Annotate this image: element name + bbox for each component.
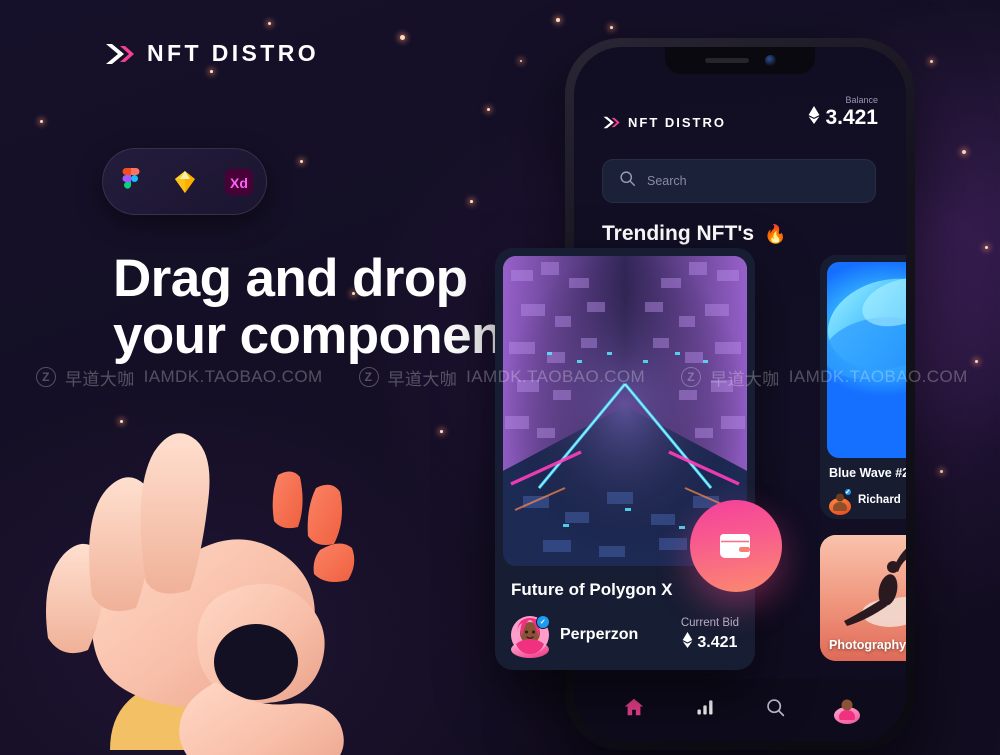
nav-item-home[interactable] bbox=[611, 687, 657, 727]
home-icon bbox=[624, 698, 643, 716]
bid-value: 3.421 bbox=[697, 633, 738, 651]
ok-hand-illustration bbox=[20, 430, 390, 755]
avatar: ✓ bbox=[829, 488, 852, 515]
current-bid: Current Bid 3.421 bbox=[681, 617, 739, 653]
sketch-icon bbox=[169, 166, 201, 198]
balance-label: Balance bbox=[845, 95, 878, 105]
app-brand-logo[interactable]: NFT DISTRO bbox=[602, 115, 726, 130]
nft-card-blue-wave[interactable]: Blue Wave #2 ✓ Richard bbox=[820, 255, 906, 519]
page-headline: Drag and drop your components bbox=[113, 249, 549, 366]
star-particle bbox=[962, 150, 966, 154]
featured-card-title: Future of Polygon X bbox=[511, 580, 673, 599]
verified-badge: ✓ bbox=[843, 488, 852, 497]
wallet-icon bbox=[720, 534, 750, 558]
svg-text:Xd: Xd bbox=[230, 175, 248, 191]
star-particle bbox=[610, 26, 613, 29]
featured-nft-card[interactable]: Future of Polygon X ✓ Perperzon Current … bbox=[495, 248, 755, 670]
design-tools-badge: Xd bbox=[102, 148, 267, 215]
blue-wave-artwork bbox=[827, 262, 906, 458]
search-icon bbox=[767, 698, 785, 716]
balance-amount: 3.421 bbox=[808, 106, 878, 130]
nav-item-search[interactable] bbox=[753, 687, 799, 727]
side-card-column: Blue Wave #2 ✓ Richard Photography bbox=[820, 255, 906, 661]
bar-chart-icon bbox=[697, 700, 712, 715]
nft-card-photography[interactable]: Photography bbox=[820, 535, 906, 661]
phone-notch bbox=[665, 47, 815, 74]
adobe-xd-icon: Xd bbox=[223, 166, 255, 198]
star-particle bbox=[985, 246, 988, 249]
brand-name: NFT DISTRO bbox=[147, 40, 319, 66]
figma-icon bbox=[115, 166, 147, 198]
star-particle bbox=[940, 470, 943, 473]
nav-item-stats[interactable] bbox=[682, 687, 728, 727]
headline-line-1: Drag and drop bbox=[113, 249, 468, 308]
avatar: ✓ bbox=[511, 615, 550, 658]
camera-icon bbox=[764, 55, 776, 66]
ethereum-icon bbox=[808, 106, 820, 130]
search-icon bbox=[619, 170, 636, 192]
section-title-text: Trending NFT's bbox=[602, 222, 754, 245]
nft-card-creator[interactable]: ✓ Richard bbox=[820, 480, 906, 515]
creator-name: Richard bbox=[858, 494, 901, 506]
double-chevron-icon bbox=[104, 41, 134, 67]
wallet-fab-button[interactable] bbox=[690, 500, 782, 592]
bid-amount: 3.421 bbox=[681, 632, 739, 653]
creator-name: Perperzon bbox=[560, 626, 639, 643]
nft-card-title: Photography bbox=[829, 638, 906, 652]
featured-card-creator[interactable]: ✓ Perperzon bbox=[511, 615, 639, 658]
search-input[interactable]: Search bbox=[602, 159, 876, 203]
headline-line-2: your components bbox=[113, 306, 549, 366]
search-placeholder: Search bbox=[647, 174, 687, 188]
balance-value: 3.421 bbox=[825, 106, 878, 129]
double-chevron-icon bbox=[602, 115, 620, 130]
speaker-icon bbox=[704, 58, 749, 63]
nft-card-title: Blue Wave #2 bbox=[829, 466, 906, 480]
brand-logo: NFT DISTRO bbox=[104, 40, 319, 67]
ethereum-icon bbox=[682, 632, 693, 653]
balance-display[interactable]: Balance 3.421 bbox=[808, 95, 878, 130]
bid-label: Current Bid bbox=[680, 617, 739, 629]
bottom-navigation bbox=[574, 679, 906, 741]
app-header: NFT DISTRO Balance 3.421 bbox=[574, 95, 906, 130]
app-brand-name: NFT DISTRO bbox=[628, 115, 726, 130]
avatar-icon bbox=[833, 694, 860, 724]
fire-emoji: 🔥 bbox=[764, 223, 787, 244]
section-title: Trending NFT's 🔥 bbox=[602, 222, 786, 246]
nav-item-profile[interactable] bbox=[824, 687, 870, 727]
